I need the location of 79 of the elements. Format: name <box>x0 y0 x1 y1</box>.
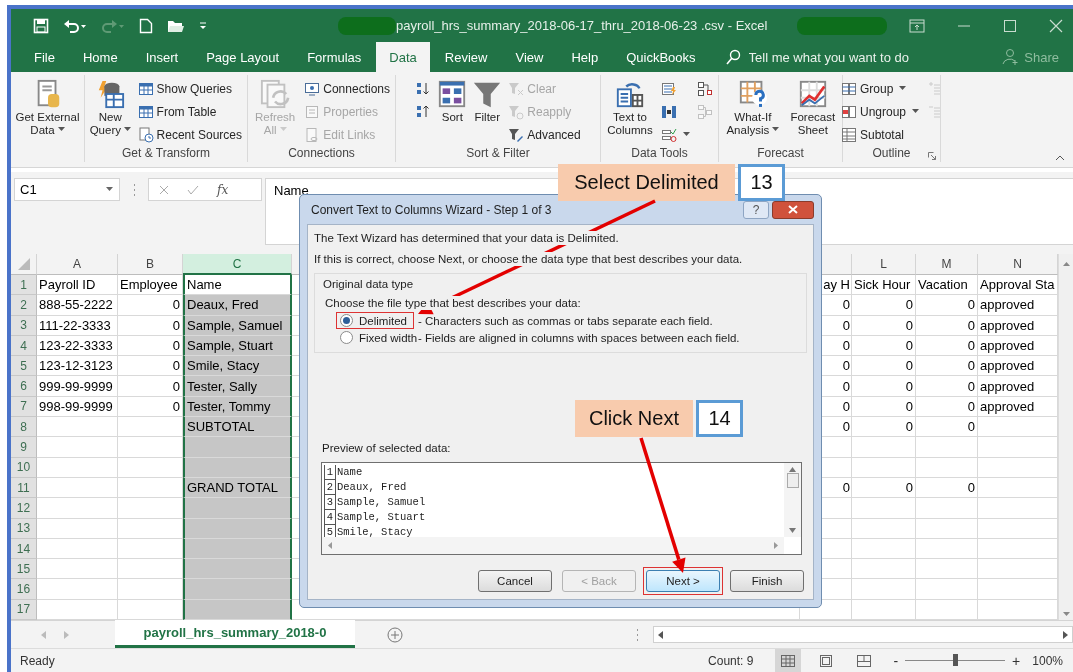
table-cell: approved <box>978 376 1058 397</box>
table-cell: 111-22-3333 <box>37 315 118 336</box>
table-cell: Tester, Tommy <box>183 396 292 418</box>
table-cell: 0 <box>852 356 916 377</box>
table-cell: 999-99-9999 <box>37 376 118 397</box>
table-cell: Sample, Samuel <box>183 315 292 336</box>
status-text: Count: 9 <box>708 653 754 668</box>
table-cell: Vacation <box>916 275 978 296</box>
table-cell: GRAND TOTAL <box>183 477 292 499</box>
step-number: 13 <box>738 164 785 201</box>
table-cell: 0 <box>916 477 978 499</box>
table-cell: 0 <box>118 315 183 336</box>
table-cell: 0 <box>852 376 916 397</box>
group-label: Forecast <box>756 147 805 161</box>
line-number: 3 <box>324 495 336 510</box>
table-cell: Tester, Sally <box>183 376 292 397</box>
table-cell: 0 <box>852 295 916 316</box>
table-cell: Deaux, Fred <box>183 295 292 316</box>
table-cell: 0 <box>916 356 978 377</box>
group-label: Data Tools <box>630 147 689 161</box>
table-cell: 0 <box>916 335 978 357</box>
table-cell: 0 <box>852 477 916 499</box>
table-cell: 0 <box>118 295 183 316</box>
dialog-text: The Text Wizard has determined that your data is Delimited. <box>314 231 619 245</box>
table-cell: Payroll ID <box>37 275 118 296</box>
preview-line: Sample, Samuel <box>337 495 426 510</box>
table-cell: approved <box>978 295 1058 316</box>
table-cell: 0 <box>852 315 916 336</box>
table-cell: 123-22-3333 <box>37 335 118 357</box>
preview-line: Deaux, Fred <box>337 480 407 495</box>
table-cell: 0 <box>916 295 978 316</box>
table-cell: approved <box>978 335 1058 357</box>
option-description: - Characters such as commas or tabs separate each field. <box>418 314 713 327</box>
table-cell: SUBTOTAL <box>183 417 292 438</box>
window-title: payroll_hrs_summary_2018-06-17_thru_2018-06-23 .csv - Excel <box>396 18 768 33</box>
dialog-text: If this is correct, choose Next, or choose the data type that best describes your data. <box>314 252 743 266</box>
table-cell: 0 <box>118 335 183 357</box>
table-cell: Approval Sta <box>978 275 1058 296</box>
preview-line: Name <box>337 465 363 480</box>
table-cell: 0 <box>916 376 978 397</box>
preview-line: Smile, Stacy <box>337 525 413 537</box>
table-cell: 888-55-2222 <box>37 295 118 316</box>
step-number: 14 <box>696 400 743 437</box>
table-cell: 0 <box>118 396 183 418</box>
table-cell: approved <box>978 356 1058 377</box>
table-cell: approved <box>978 315 1058 336</box>
table-cell: 0 <box>852 396 916 418</box>
group-label: Outline <box>871 147 912 161</box>
table-cell: 0 <box>852 335 916 357</box>
table-cell: approved <box>978 396 1058 418</box>
table-cell: Sick Hour <box>852 275 916 296</box>
table-cell: 0 <box>916 315 978 336</box>
callout-label: Click Next <box>575 400 693 437</box>
table-cell: Name <box>183 275 292 296</box>
table-cell: 0 <box>916 396 978 418</box>
line-number: 1 <box>324 465 336 480</box>
table-cell: 0 <box>852 417 916 438</box>
table-cell: Sample, Stuart <box>183 335 292 357</box>
table-cell: Employee <box>118 275 183 296</box>
table-cell: Smile, Stacy <box>183 356 292 377</box>
dialog-text: Choose the file type that best describes your data: <box>325 296 581 310</box>
callout-label: Select Delimited <box>558 164 735 201</box>
table-cell: 123-12-3123 <box>37 356 118 377</box>
dialog-text: Preview of selected data: <box>322 441 452 455</box>
table-cell: 0 <box>118 356 183 377</box>
dialog-title: Convert Text to Columns Wizard - Step 1 of 3 <box>311 202 552 217</box>
line-number: 2 <box>324 480 336 495</box>
table-cell: 998-99-9999 <box>37 396 118 418</box>
group-label: Connections <box>287 147 356 161</box>
group-label: Get & Transform <box>121 147 211 161</box>
status-text: Ready <box>20 653 55 668</box>
preview-line: Sample, Stuart <box>337 510 426 525</box>
table-cell: 0 <box>118 376 183 397</box>
option-description: - Fields are aligned in columns with spaces between each field. <box>418 331 740 344</box>
line-number: 4 <box>324 510 336 525</box>
group-label: Sort & Filter <box>465 147 531 161</box>
zoom-level: 100% <box>1032 653 1063 668</box>
table-cell: 0 <box>916 417 978 438</box>
group-label: Original data type <box>323 277 415 291</box>
